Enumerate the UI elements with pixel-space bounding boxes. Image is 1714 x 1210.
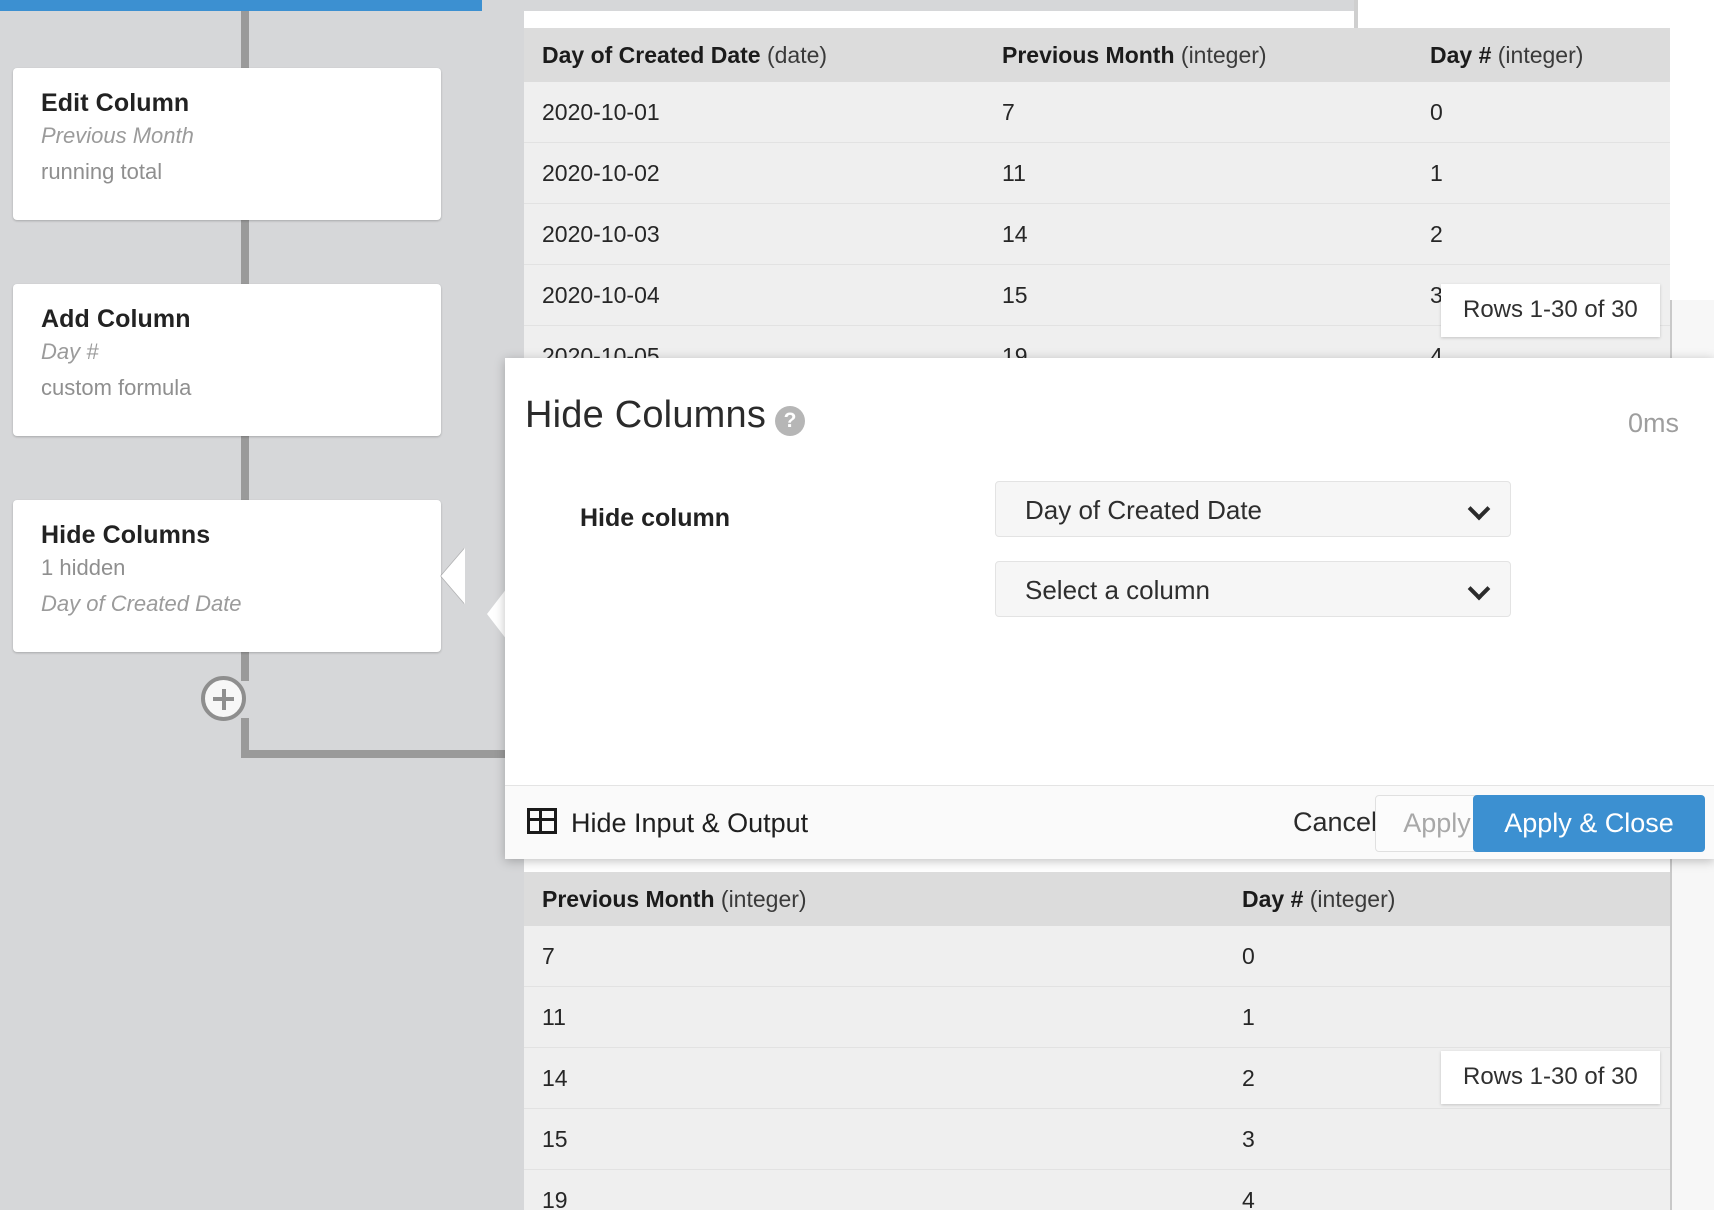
input-col-name-0: Day of Created Date [542, 41, 761, 68]
input-column-header-previous-month[interactable]: Previous Month (integer) [984, 42, 1412, 69]
flow-node-add-column[interactable]: Add Column Day # custom formula [13, 284, 441, 436]
output-col-type-0: (integer) [720, 885, 807, 912]
flow-node-detail: custom formula [41, 375, 192, 400]
cell: 0 [1242, 942, 1255, 969]
add-step-button[interactable] [201, 676, 246, 721]
cell: 2 [1430, 220, 1443, 247]
flow-node-detail: Day of Created Date [41, 591, 242, 616]
app-root: A Day of Created Date (date) Previous Mo… [0, 0, 1714, 1210]
flow-accent-bar [0, 0, 482, 11]
flow-connector-elbow [241, 750, 524, 758]
flow-connector [241, 11, 249, 76]
flow-node-subtitle: Day # [41, 339, 99, 364]
cell: 15 [1002, 281, 1028, 308]
modal-footer: Hide Input & Output Cancel Apply Apply &… [505, 785, 1714, 859]
output-table-rows-status: Rows 1-30 of 30 [1441, 1051, 1660, 1104]
cancel-button[interactable]: Cancel [1293, 807, 1377, 838]
cell: 1 [1430, 159, 1443, 186]
modal-body: Hide Columns ? 0ms Hide column Day of Cr… [505, 358, 1714, 785]
table-row[interactable]: 7 0 [524, 926, 1670, 987]
output-table-header-row: Previous Month (integer) Day # (integer) [524, 872, 1670, 926]
output-data-table: Previous Month (integer) Day # (integer)… [524, 872, 1670, 1210]
cell: 14 [542, 1064, 568, 1091]
output-col-type-1: (integer) [1309, 885, 1396, 912]
input-col-type-0: (date) [766, 41, 828, 68]
input-table-header-row: Day of Created Date (date) Previous Mont… [524, 28, 1670, 82]
table-row[interactable]: 19 4 [524, 1170, 1670, 1210]
table-row[interactable]: 11 1 [524, 987, 1670, 1048]
modal-pointer-arrow [487, 588, 507, 640]
chevron-down-icon [1471, 501, 1488, 518]
flow-connector [241, 215, 249, 289]
output-column-header-day-number[interactable]: Day # (integer) [1224, 886, 1670, 913]
cell: 3 [1242, 1125, 1255, 1152]
hide-column-select-primary-value: Day of Created Date [1025, 495, 1263, 525]
table-row[interactable]: 2020-10-01 7 0 [524, 82, 1670, 143]
cell: 4 [1242, 1186, 1255, 1210]
pipeline-flow-canvas: Edit Column Previous Month running total… [0, 0, 524, 1210]
hide-column-select-secondary-value: Select a column [1025, 575, 1210, 605]
hide-column-select-primary[interactable]: Day of Created Date [995, 481, 1511, 537]
cell: 7 [1002, 98, 1015, 125]
selected-node-pointer [441, 548, 465, 604]
input-col-name-2: Day # [1430, 41, 1492, 68]
cell: 11 [1002, 159, 1026, 186]
cell: 2020-10-02 [542, 159, 660, 186]
cell: 2020-10-01 [542, 98, 660, 125]
output-column-header-previous-month[interactable]: Previous Month (integer) [524, 886, 1224, 913]
flow-node-detail: running total [41, 159, 163, 184]
flow-node-title: Edit Column [41, 89, 190, 117]
hide-column-select-secondary[interactable]: Select a column [995, 561, 1511, 617]
chevron-down-icon [1471, 581, 1488, 598]
table-row[interactable]: 2020-10-02 11 1 [524, 143, 1670, 204]
table-grid-icon[interactable] [527, 808, 557, 834]
flow-connector [241, 429, 249, 504]
input-col-type-2: (integer) [1497, 41, 1584, 68]
apply-and-close-button[interactable]: Apply & Close [1473, 795, 1705, 852]
top-pane-background [524, 0, 1354, 11]
cell: 14 [1002, 220, 1028, 247]
input-column-header-day-number[interactable]: Day # (integer) [1412, 42, 1670, 69]
question-mark-icon[interactable]: ? [775, 406, 805, 436]
input-table-rows-status: Rows 1-30 of 30 [1441, 284, 1660, 337]
hide-column-label: Hide column [580, 504, 731, 532]
cell: 11 [542, 1003, 566, 1030]
output-col-name-0: Previous Month [542, 885, 715, 912]
flow-node-subtitle: 1 hidden [41, 555, 126, 580]
cell: 1 [1242, 1003, 1255, 1030]
output-col-name-1: Day # [1242, 885, 1304, 912]
modal-title: Hide Columns [525, 394, 767, 436]
hide-input-output-toggle[interactable]: Hide Input & Output [571, 808, 808, 839]
cell: 2020-10-04 [542, 281, 660, 308]
input-col-type-1: (integer) [1180, 41, 1267, 68]
flow-node-title: Hide Columns [41, 521, 211, 549]
flow-node-edit-column[interactable]: Edit Column Previous Month running total [13, 68, 441, 220]
flow-node-hide-columns[interactable]: Hide Columns 1 hidden Day of Created Dat… [13, 500, 441, 652]
cell: 7 [542, 942, 555, 969]
cell: 2020-10-03 [542, 220, 660, 247]
input-column-header-day-of-created-date[interactable]: Day of Created Date (date) [524, 42, 984, 69]
cell: 0 [1430, 98, 1443, 125]
table-row[interactable]: 2020-10-03 14 2 [524, 204, 1670, 265]
cell: 19 [542, 1186, 568, 1210]
input-col-name-1: Previous Month [1002, 41, 1175, 68]
flow-node-subtitle: Previous Month [41, 123, 194, 148]
hide-columns-modal: Hide Columns ? 0ms Hide column Day of Cr… [505, 358, 1714, 859]
table-row[interactable]: 15 3 [524, 1109, 1670, 1170]
flow-node-title: Add Column [41, 305, 191, 333]
modal-execution-time: 0ms [1627, 408, 1679, 438]
cell: 15 [542, 1125, 568, 1152]
